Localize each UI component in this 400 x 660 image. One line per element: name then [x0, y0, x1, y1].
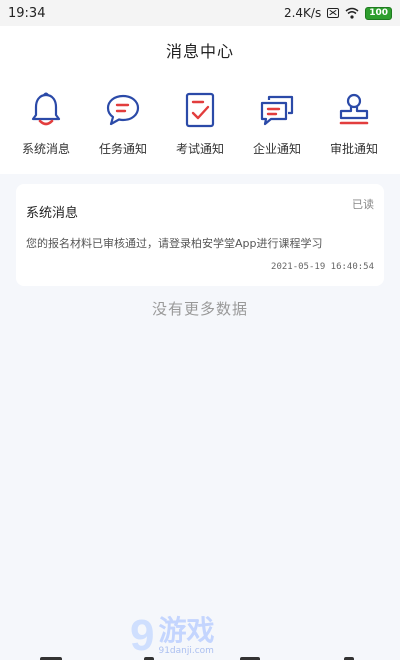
- category-system-messages[interactable]: 系统消息: [10, 74, 82, 174]
- bottom-nav-edge: [0, 656, 400, 660]
- battery-icon: 100: [365, 6, 392, 20]
- status-time: 19:34: [8, 5, 46, 21]
- category-label: 审批通知: [329, 142, 378, 156]
- category-approval-notice[interactable]: 审批通知: [318, 74, 390, 174]
- watermark-number: 9: [130, 611, 155, 660]
- message-body: 您的报名材料已审核通过，请登录柏安学堂App进行课程学习: [26, 237, 323, 250]
- category-bar: 系统消息 任务通知 考试通知 企业通知 审批通知: [0, 74, 400, 174]
- network-speed: 2.4K/s: [283, 6, 322, 20]
- watermark-text-group: 游戏 91danji.com: [158, 614, 215, 657]
- watermark-logo: 9 游戏 91danji.com: [130, 611, 215, 660]
- category-label: 任务通知: [98, 142, 147, 156]
- message-title: 系统消息: [26, 206, 79, 221]
- category-company-notice[interactable]: 企业通知: [241, 74, 313, 174]
- message-card[interactable]: 系统消息 已读 您的报名材料已审核通过，请登录柏安学堂App进行课程学习 202…: [16, 184, 384, 286]
- category-task-notice[interactable]: 任务通知: [87, 74, 159, 174]
- category-label: 系统消息: [21, 142, 70, 156]
- read-status-badge: 已读: [352, 198, 374, 211]
- page-title: 消息中心: [165, 42, 234, 61]
- exam-checklist-icon: [180, 90, 220, 130]
- watermark-text: 游戏: [158, 614, 215, 647]
- category-label: 考试通知: [175, 142, 224, 156]
- double-chat-icon: [257, 90, 297, 130]
- chat-bubble-icon: [103, 90, 143, 130]
- category-label: 企业通知: [252, 142, 301, 156]
- category-exam-notice[interactable]: 考试通知: [164, 74, 236, 174]
- bell-icon: [26, 90, 66, 130]
- watermark-url: 91danji.com: [158, 646, 214, 656]
- stamp-icon: [334, 90, 374, 130]
- message-timestamp: 2021-05-19 16:40:54: [271, 262, 374, 272]
- status-bar: 19:34 2.4K/s 100: [0, 0, 400, 26]
- wifi-icon: [345, 7, 359, 19]
- message-list: 系统消息 已读 您的报名材料已审核通过，请登录柏安学堂App进行课程学习 202…: [0, 174, 400, 319]
- status-indicators: 2.4K/s 100: [284, 6, 392, 20]
- no-sim-icon: [327, 8, 340, 18]
- page-header: 消息中心: [0, 26, 400, 74]
- list-end-text: 没有更多数据: [151, 300, 248, 318]
